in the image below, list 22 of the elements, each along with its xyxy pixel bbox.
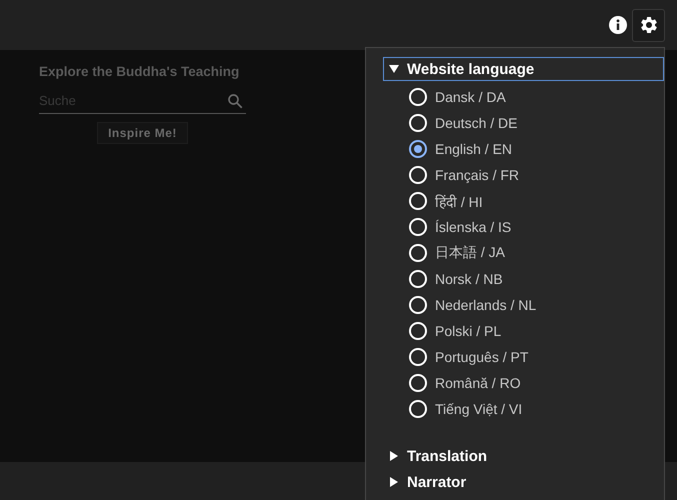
language-option[interactable]: Tiếng Việt / VI [435, 401, 522, 417]
settings-icon [638, 15, 658, 35]
search-icon[interactable] [226, 92, 244, 110]
settings-button[interactable] [632, 8, 665, 42]
language-option[interactable]: Français / FR [435, 167, 520, 183]
language-option[interactable]: English / EN [435, 141, 512, 157]
section-header[interactable]: Website language [383, 57, 664, 81]
language-option[interactable]: हिंदी / HI [435, 192, 483, 210]
section-header[interactable]: Narrator [383, 470, 664, 494]
radio-button[interactable] [409, 140, 427, 158]
language-option[interactable]: Nederlands / NL [435, 297, 536, 313]
language-option[interactable]: Íslenska / IS [435, 219, 512, 235]
language-option[interactable]: Deutsch / DE [435, 115, 518, 131]
language-option[interactable]: Dansk / DA [435, 89, 506, 105]
page-title: Explore the Buddha's Teaching [39, 64, 240, 79]
language-option[interactable]: Norsk / NB [435, 271, 503, 287]
language-option[interactable]: Polski / PL [435, 323, 502, 339]
language-option[interactable]: 日本語 / JA [435, 244, 506, 262]
language-option[interactable]: Português / PT [435, 349, 528, 365]
info-icon[interactable] [608, 15, 628, 35]
section-header[interactable]: Translation [383, 444, 664, 468]
language-option[interactable]: Română / RO [435, 375, 521, 391]
